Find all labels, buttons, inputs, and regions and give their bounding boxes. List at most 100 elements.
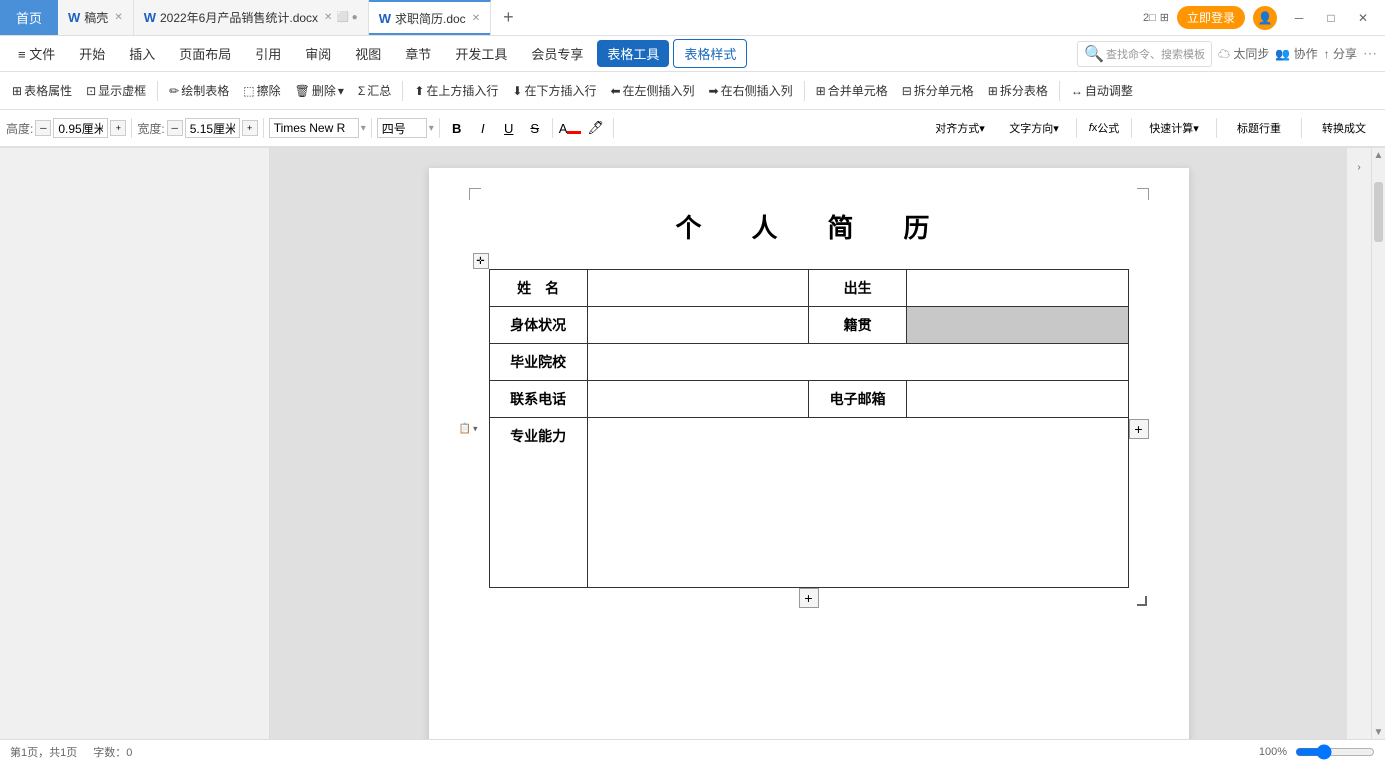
menu-table-tool[interactable]: 表格工具 — [597, 40, 669, 67]
convert-label: 转换成文 — [1322, 120, 1366, 136]
maximize-button[interactable]: □ — [1317, 4, 1345, 32]
menu-chapter[interactable]: 章节 — [395, 40, 441, 67]
formula-button[interactable]: fx 公式 — [1084, 116, 1124, 140]
highlight-button[interactable]: 🖊 — [584, 116, 608, 140]
tab-gaoke[interactable]: W 稿壳 ✕ — [58, 0, 134, 35]
width-increase-btn[interactable]: + — [242, 120, 258, 136]
align-group: 对齐方式▾ — [925, 116, 995, 140]
more-menu-icon[interactable]: ⋯ — [1363, 45, 1377, 62]
font-dropdown-icon[interactable]: ▾ — [361, 123, 366, 134]
menu-layout[interactable]: 页面布局 — [169, 40, 241, 67]
menu-home[interactable]: 开始 — [69, 40, 115, 67]
search-box[interactable]: 🔍 查找命令、搜索模板 — [1077, 41, 1212, 67]
zoom-slider[interactable] — [1295, 744, 1375, 760]
delete-label: 删除 — [312, 82, 336, 99]
italic-button[interactable]: I — [471, 116, 495, 140]
hometown-value[interactable] — [907, 307, 1128, 344]
strikethrough-button[interactable]: S — [523, 116, 547, 140]
width-input[interactable] — [185, 118, 240, 138]
menu-vip[interactable]: 会员专享 — [521, 40, 593, 67]
table-row: 毕业院校 — [489, 344, 1128, 381]
font-color-button[interactable]: A — [558, 116, 582, 140]
resize-handle[interactable] — [1129, 588, 1149, 608]
font-name-input[interactable] — [269, 118, 359, 138]
school-label: 毕业院校 — [489, 344, 587, 381]
margin-icon: 📋 — [459, 423, 471, 434]
email-value[interactable] — [907, 381, 1128, 418]
draw-table-icon: ✏ — [169, 84, 179, 98]
menu-dev[interactable]: 开发工具 — [445, 40, 517, 67]
menu-file[interactable]: ≡ 文件 — [8, 40, 65, 67]
birth-value[interactable] — [907, 270, 1128, 307]
tab-home[interactable]: 首页 — [0, 0, 58, 35]
menu-insert[interactable]: 插入 — [119, 40, 165, 67]
insert-above-label: 在上方插入行 — [426, 82, 498, 99]
phone-value[interactable] — [587, 381, 808, 418]
auto-fit-btn[interactable]: ↔ 自动调整 — [1065, 79, 1139, 102]
insert-right-btn[interactable]: ➡ 在右侧插入列 — [703, 79, 799, 102]
menu-review[interactable]: 审阅 — [295, 40, 341, 67]
table-prop-btn[interactable]: ⊞ 表格属性 — [6, 79, 78, 102]
tab-sales-close[interactable]: ✕ — [324, 12, 332, 23]
merge-cell-btn[interactable]: ⊞ 合并单元格 — [810, 79, 894, 102]
collapse-btn[interactable]: › — [1350, 158, 1368, 176]
insert-above-btn[interactable]: ⬆ 在上方插入行 — [408, 79, 504, 102]
school-value[interactable] — [587, 344, 1128, 381]
tab-resume[interactable]: W 求职简历.doc ✕ — [369, 0, 491, 35]
summary-label: 汇总 — [367, 82, 391, 99]
split-cell-btn[interactable]: ⊟ 拆分单元格 — [896, 79, 980, 102]
menu-table-style[interactable]: 表格样式 — [673, 39, 747, 68]
insert-below-btn[interactable]: ⬇ 在下方插入行 — [506, 79, 602, 102]
sep4 — [1059, 81, 1060, 101]
quick-calc-button[interactable]: 快速计算▾ — [1139, 116, 1209, 140]
menu-table-tool-label: 表格工具 — [607, 47, 659, 62]
sep2 — [402, 81, 403, 101]
collab-btn[interactable]: 👥 协作 — [1275, 45, 1317, 62]
table-row: 联系电话 电子邮箱 — [489, 381, 1128, 418]
align-button[interactable]: 对齐方式▾ — [925, 116, 995, 140]
add-col-button[interactable]: + — [1129, 419, 1149, 439]
health-value[interactable] — [587, 307, 808, 344]
insert-left-btn[interactable]: ⬅ 在左侧插入列 — [604, 79, 700, 102]
new-tab-button[interactable]: + — [491, 7, 526, 28]
scroll-up-btn[interactable]: ▲ — [1372, 148, 1385, 162]
height-increase-btn[interactable]: + — [110, 120, 126, 136]
sync-btn[interactable]: ☁ 太同步 — [1218, 45, 1269, 62]
table-row: 身体状况 籍贯 — [489, 307, 1128, 344]
show-border-btn[interactable]: ⊡ 显示虚框 — [80, 79, 152, 102]
menu-view[interactable]: 视图 — [345, 40, 391, 67]
add-row-button[interactable]: + — [799, 588, 819, 608]
height-decrease-btn[interactable]: ─ — [35, 120, 51, 136]
close-button[interactable]: ✕ — [1349, 4, 1377, 32]
skills-value[interactable] — [587, 418, 1128, 588]
sep1 — [157, 81, 158, 101]
vertical-scrollbar[interactable]: ▲ ▼ — [1371, 148, 1385, 739]
tab-sales[interactable]: W 2022年6月产品销售统计.docx ✕ ⬜ ● — [134, 0, 369, 35]
summary-btn[interactable]: Σ 汇总 — [352, 79, 397, 102]
table-move-handle[interactable]: ✛ — [473, 253, 489, 269]
underline-button[interactable]: U — [497, 116, 521, 140]
font-size-dropdown-icon[interactable]: ▾ — [429, 123, 434, 134]
name-value[interactable] — [587, 270, 808, 307]
tab-gaoke-close[interactable]: ✕ — [114, 12, 122, 23]
share-btn[interactable]: ↑ 分享 — [1324, 45, 1357, 62]
height-input[interactable] — [53, 118, 108, 138]
login-button[interactable]: 立即登录 — [1177, 6, 1245, 29]
width-decrease-btn[interactable]: ─ — [167, 120, 183, 136]
font-size-input[interactable] — [377, 118, 427, 138]
delete-btn[interactable]: 🗑 删除▾ — [289, 79, 350, 102]
scroll-down-btn[interactable]: ▼ — [1372, 725, 1385, 739]
menu-ref[interactable]: 引用 — [245, 40, 291, 67]
convert-button[interactable]: 转换成文 — [1309, 116, 1379, 140]
bold-button[interactable]: B — [445, 116, 469, 140]
erase-btn[interactable]: ⬚ 擦除 — [237, 79, 286, 102]
draw-table-btn[interactable]: ✏ 绘制表格 — [163, 79, 235, 102]
minimize-button[interactable]: ─ — [1285, 4, 1313, 32]
user-avatar[interactable]: 👤 — [1253, 6, 1277, 30]
scroll-thumb[interactable] — [1374, 182, 1383, 242]
tab-resume-close[interactable]: ✕ — [472, 13, 480, 24]
text-dir-button[interactable]: 文字方向▾ — [999, 116, 1069, 140]
split-table-btn[interactable]: ⊞ 拆分表格 — [982, 79, 1054, 102]
height-spinbox[interactable]: ─ — [35, 120, 51, 136]
title-row-button[interactable]: 标题行重 — [1224, 116, 1294, 140]
